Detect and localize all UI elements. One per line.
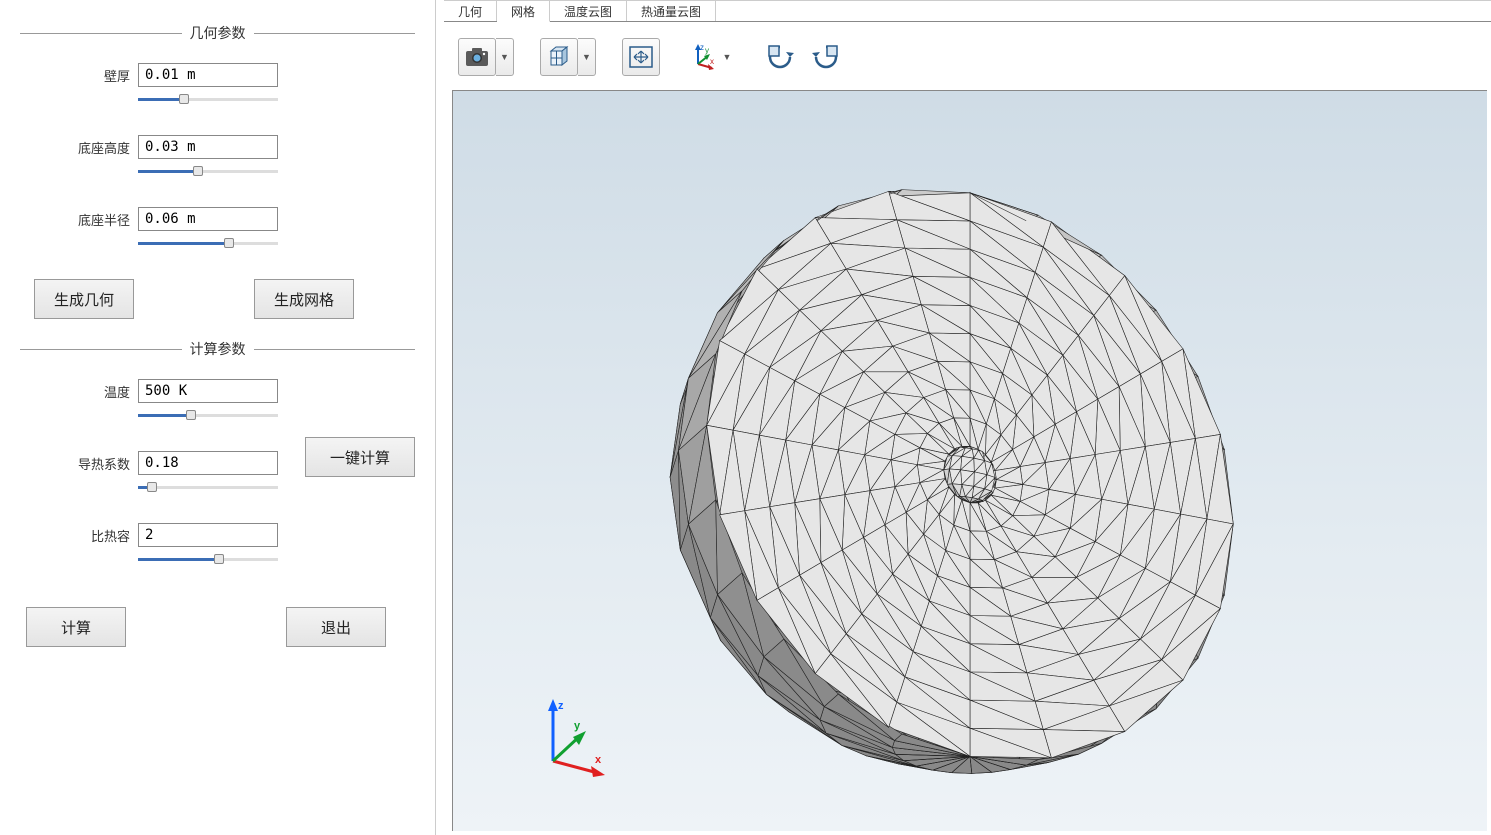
- cube-icon: [546, 45, 572, 69]
- base-height-input[interactable]: [138, 135, 278, 159]
- screenshot-button[interactable]: [458, 38, 496, 76]
- wall-thickness-slider[interactable]: [138, 93, 278, 107]
- exit-button[interactable]: 退出: [286, 607, 386, 647]
- fit-view-button[interactable]: [622, 38, 660, 76]
- rotate-cw-button[interactable]: [806, 38, 844, 76]
- svg-text:x: x: [710, 57, 714, 66]
- orientation-triad: z x y: [523, 691, 613, 781]
- temperature-label: 温度: [70, 382, 130, 401]
- calc-params-header: 计算参数: [20, 339, 415, 359]
- axes-dropdown[interactable]: ▼: [718, 38, 736, 76]
- triad-z-label: z: [558, 700, 564, 712]
- base-radius-input[interactable]: [138, 207, 278, 231]
- geom-params-title: 几何参数: [182, 23, 254, 43]
- base-radius-label: 底座半径: [70, 210, 130, 229]
- temperature-slider[interactable]: [138, 409, 278, 423]
- heat-capacity-input[interactable]: [138, 523, 278, 547]
- camera-icon: [465, 47, 489, 67]
- base-height-slider[interactable]: [138, 165, 278, 179]
- one-click-compute-button[interactable]: 一键计算: [305, 437, 415, 477]
- mesh-model: [620, 135, 1320, 815]
- svg-text:z: z: [700, 43, 704, 52]
- generate-geometry-button[interactable]: 生成几何: [34, 279, 134, 319]
- base-radius-slider[interactable]: [138, 237, 278, 251]
- viewport-toolbar: ▼ ▼ zxy ▼: [436, 22, 1491, 84]
- base-height-label: 底座高度: [70, 138, 130, 157]
- view-cube-dropdown[interactable]: ▼: [578, 38, 596, 76]
- axes-icon: zxy: [686, 42, 716, 72]
- heat-capacity-label: 比热容: [70, 526, 130, 545]
- heat-capacity-slider[interactable]: [138, 553, 278, 567]
- tab-mesh[interactable]: 网格: [497, 1, 550, 22]
- sidebar: 几何参数 壁厚 底座高度 底座半径 生成几何 生成网格 计算参数: [0, 0, 436, 835]
- svg-text:y: y: [705, 46, 709, 55]
- rotate-cw-icon: [810, 43, 840, 71]
- thermal-cond-label: 导热系数: [70, 454, 130, 473]
- triad-x-label: x: [595, 754, 602, 766]
- view-tabs: 几何 网格 温度云图 热通量云图: [444, 0, 1491, 22]
- view-cube-button[interactable]: [540, 38, 578, 76]
- rotate-ccw-icon: [766, 43, 796, 71]
- calc-params-title: 计算参数: [182, 339, 254, 359]
- tab-temp-contour[interactable]: 温度云图: [550, 1, 627, 21]
- thermal-cond-input[interactable]: [138, 451, 278, 475]
- tab-geometry[interactable]: 几何: [444, 1, 497, 21]
- compute-button[interactable]: 计算: [26, 607, 126, 647]
- rotate-ccw-button[interactable]: [762, 38, 800, 76]
- wall-thickness-input[interactable]: [138, 63, 278, 87]
- triad-y-label: y: [574, 720, 581, 732]
- main-panel: 几何 网格 温度云图 热通量云图 ▼ ▼ zxy ▼: [436, 0, 1491, 835]
- mesh-viewport[interactable]: z x y: [452, 90, 1487, 831]
- geom-params-header: 几何参数: [20, 23, 415, 43]
- temperature-input[interactable]: [138, 379, 278, 403]
- screenshot-dropdown[interactable]: ▼: [496, 38, 514, 76]
- tab-flux-contour[interactable]: 热通量云图: [627, 1, 716, 21]
- thermal-cond-slider[interactable]: [138, 481, 278, 495]
- wall-thickness-label: 壁厚: [70, 66, 130, 85]
- fit-icon: [629, 46, 653, 68]
- generate-mesh-button[interactable]: 生成网格: [254, 279, 354, 319]
